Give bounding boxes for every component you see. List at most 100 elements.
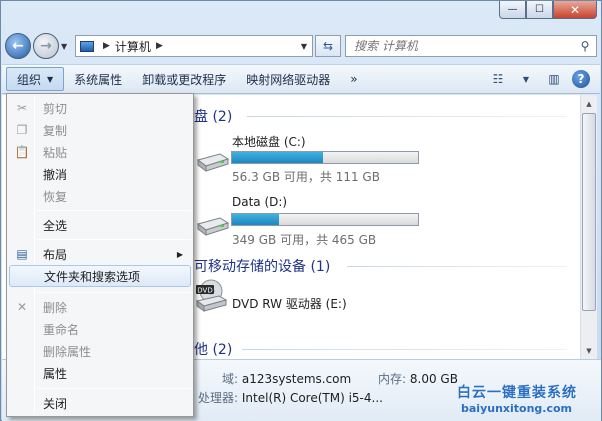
drive-d-usage-bar — [231, 213, 419, 226]
search-icon[interactable]: ⚲ — [574, 39, 596, 53]
menu-item-cut-label: 剪切 — [43, 101, 68, 116]
drive-d-info: 349 GB 可用，共 465 GB — [232, 233, 377, 247]
organize-label: 组织 — [17, 72, 42, 87]
copy-icon: ❐ — [16, 123, 28, 137]
back-button[interactable]: ← — [5, 33, 31, 59]
menu-item-select-all-label: 全选 — [43, 218, 68, 233]
system-properties-button[interactable]: 系统属性 — [64, 67, 132, 91]
delete-icon: ✕ — [16, 300, 28, 314]
drive-c-name[interactable]: 本地磁盘 (C:) — [232, 133, 306, 150]
menu-item-select-all[interactable]: 全选 — [9, 214, 191, 236]
menu-item-undo-label: 撤消 — [43, 167, 68, 182]
forward-button[interactable]: → — [33, 33, 59, 59]
address-dropdown-icon[interactable]: ▼ — [296, 42, 312, 51]
clipboard-icon: 📋 — [14, 145, 30, 159]
preview-pane-button[interactable]: ▥ — [544, 69, 564, 89]
menu-item-folder-options-label: 文件夹和搜索选项 — [44, 269, 141, 284]
map-network-drive-button[interactable]: 映射网络驱动器 — [236, 67, 340, 91]
organize-menu: ✂ 剪切 ❐ 复制 📋 粘贴 撤消 恢复 全选 ▤ 布局 ▶ 文件夹和搜索选项 — [6, 93, 194, 417]
arrow-right-icon: → — [40, 38, 52, 54]
menu-item-close-label: 关闭 — [43, 396, 68, 411]
search-input[interactable] — [354, 39, 574, 53]
detail-cpu: 处理器: Intel(R) Core(TM) i5-4... — [198, 389, 383, 406]
menu-item-copy-label: 复制 — [43, 123, 68, 138]
refresh-button[interactable]: ⇆ — [315, 35, 341, 57]
menu-item-redo-label: 恢复 — [43, 189, 68, 204]
detail-memory-value: 8.00 GB — [409, 372, 458, 386]
scissors-icon: ✂ — [16, 101, 28, 115]
more-commands-button[interactable]: » — [340, 67, 367, 91]
explorer-window: — ☐ ✕ ← → ▼ ▶ 计算机 ▶ ▼ ⇆ ⚲ 组织 ▼ 系统属性 卸载或更… — [0, 0, 602, 421]
refresh-icon: ⇆ — [322, 39, 334, 53]
command-bar: 组织 ▼ 系统属性 卸载或更改程序 映射网络驱动器 » ☷ ▼ ▥ ? — [2, 64, 600, 94]
menu-item-copy[interactable]: ❐ 复制 — [9, 119, 191, 141]
menu-item-folder-options[interactable]: 文件夹和搜索选项 — [9, 265, 191, 287]
navigation-bar: ← → ▼ ▶ 计算机 ▶ ▼ ⇆ ⚲ — [5, 31, 597, 61]
search-box[interactable]: ⚲ — [345, 35, 597, 57]
minimize-button[interactable]: — — [499, 1, 526, 19]
detail-domain-key: 域: — [222, 372, 239, 386]
detail-domain-value: a123systems.com — [241, 372, 352, 386]
menu-item-layout-label: 布局 — [43, 247, 68, 262]
menu-item-properties[interactable]: 属性 — [9, 362, 191, 384]
close-button[interactable]: ✕ — [553, 1, 597, 19]
menu-item-remove-properties[interactable]: 删除属性 — [9, 340, 191, 362]
scroll-down-arrow-icon[interactable]: ▼ — [581, 342, 597, 359]
detail-cpu-key: 处理器: — [198, 391, 239, 405]
detail-memory: 内存: 8.00 GB — [378, 370, 458, 387]
menu-item-rename-label: 重命名 — [43, 322, 80, 337]
chevron-down-icon: ▼ — [61, 41, 68, 51]
dvd-drive-icon: DVD — [195, 279, 228, 312]
breadcrumb-separator-icon[interactable]: ▶ — [156, 41, 163, 51]
menu-item-undo[interactable]: 撤消 — [9, 163, 191, 185]
watermark-title: 白云一键重装系统 — [457, 385, 577, 401]
scroll-thumb[interactable] — [582, 113, 596, 311]
chevron-down-icon: ▼ — [522, 74, 530, 84]
vertical-scrollbar[interactable]: ▲ ▼ — [580, 95, 597, 359]
preview-pane-icon: ▥ — [548, 72, 560, 86]
dvd-drive-name[interactable]: DVD RW 驱动器 (E:) — [232, 295, 347, 312]
hard-drive-icon — [196, 217, 230, 236]
removable-group-title[interactable]: 有可移动存储的设备 (1) — [180, 256, 330, 276]
view-dropdown-button[interactable]: ▼ — [516, 69, 536, 89]
drive-d-name[interactable]: Data (D:) — [232, 195, 287, 209]
menu-item-delete[interactable]: ✕ 删除 — [9, 296, 191, 318]
detail-domain: 域: a123systems.com — [222, 370, 351, 387]
menu-item-paste[interactable]: 📋 粘贴 — [9, 141, 191, 163]
menu-separator — [37, 210, 191, 211]
menu-item-delete-label: 删除 — [43, 300, 68, 315]
menu-item-cut[interactable]: ✂ 剪切 — [9, 97, 191, 119]
scroll-up-arrow-icon[interactable]: ▲ — [581, 95, 597, 112]
help-button[interactable]: ? — [572, 70, 590, 88]
menu-item-remove-properties-label: 删除属性 — [43, 344, 92, 359]
help-icon: ? — [577, 72, 585, 86]
hard-drive-icon — [196, 153, 230, 172]
menu-item-close[interactable]: 关闭 — [9, 392, 191, 414]
drive-c-usage-fill — [232, 152, 324, 163]
dvd-label: DVD — [197, 287, 212, 295]
group-divider — [347, 266, 567, 267]
drive-c-usage-bar — [231, 151, 419, 164]
breadcrumb-computer[interactable]: 计算机 — [115, 38, 151, 55]
menu-separator — [37, 388, 191, 389]
address-bar[interactable]: ▶ 计算机 ▶ ▼ — [75, 35, 313, 57]
uninstall-program-button[interactable]: 卸载或更改程序 — [132, 67, 236, 91]
history-dropdown[interactable]: ▼ — [61, 42, 71, 51]
detail-cpu-value: Intel(R) Core(TM) i5-4... — [241, 391, 383, 405]
menu-item-properties-label: 属性 — [43, 366, 68, 381]
submenu-arrow-icon: ▶ — [176, 249, 183, 259]
menu-item-rename[interactable]: 重命名 — [9, 318, 191, 340]
chevron-down-icon: ▼ — [47, 74, 54, 84]
maximize-button[interactable]: ☐ — [526, 1, 553, 19]
breadcrumb-separator-icon[interactable]: ▶ — [103, 41, 110, 51]
menu-item-redo[interactable]: 恢复 — [9, 185, 191, 207]
change-view-button[interactable]: ☷ — [488, 69, 508, 89]
menu-item-layout[interactable]: ▤ 布局 ▶ — [9, 243, 191, 265]
organize-button[interactable]: 组织 ▼ — [6, 67, 65, 91]
watermark-url: baiyunxitong.com — [461, 402, 573, 415]
view-icon: ☷ — [492, 72, 504, 86]
computer-icon — [80, 40, 94, 52]
arrow-left-icon: ← — [12, 38, 24, 54]
menu-separator — [37, 292, 191, 293]
group-divider — [247, 116, 567, 117]
